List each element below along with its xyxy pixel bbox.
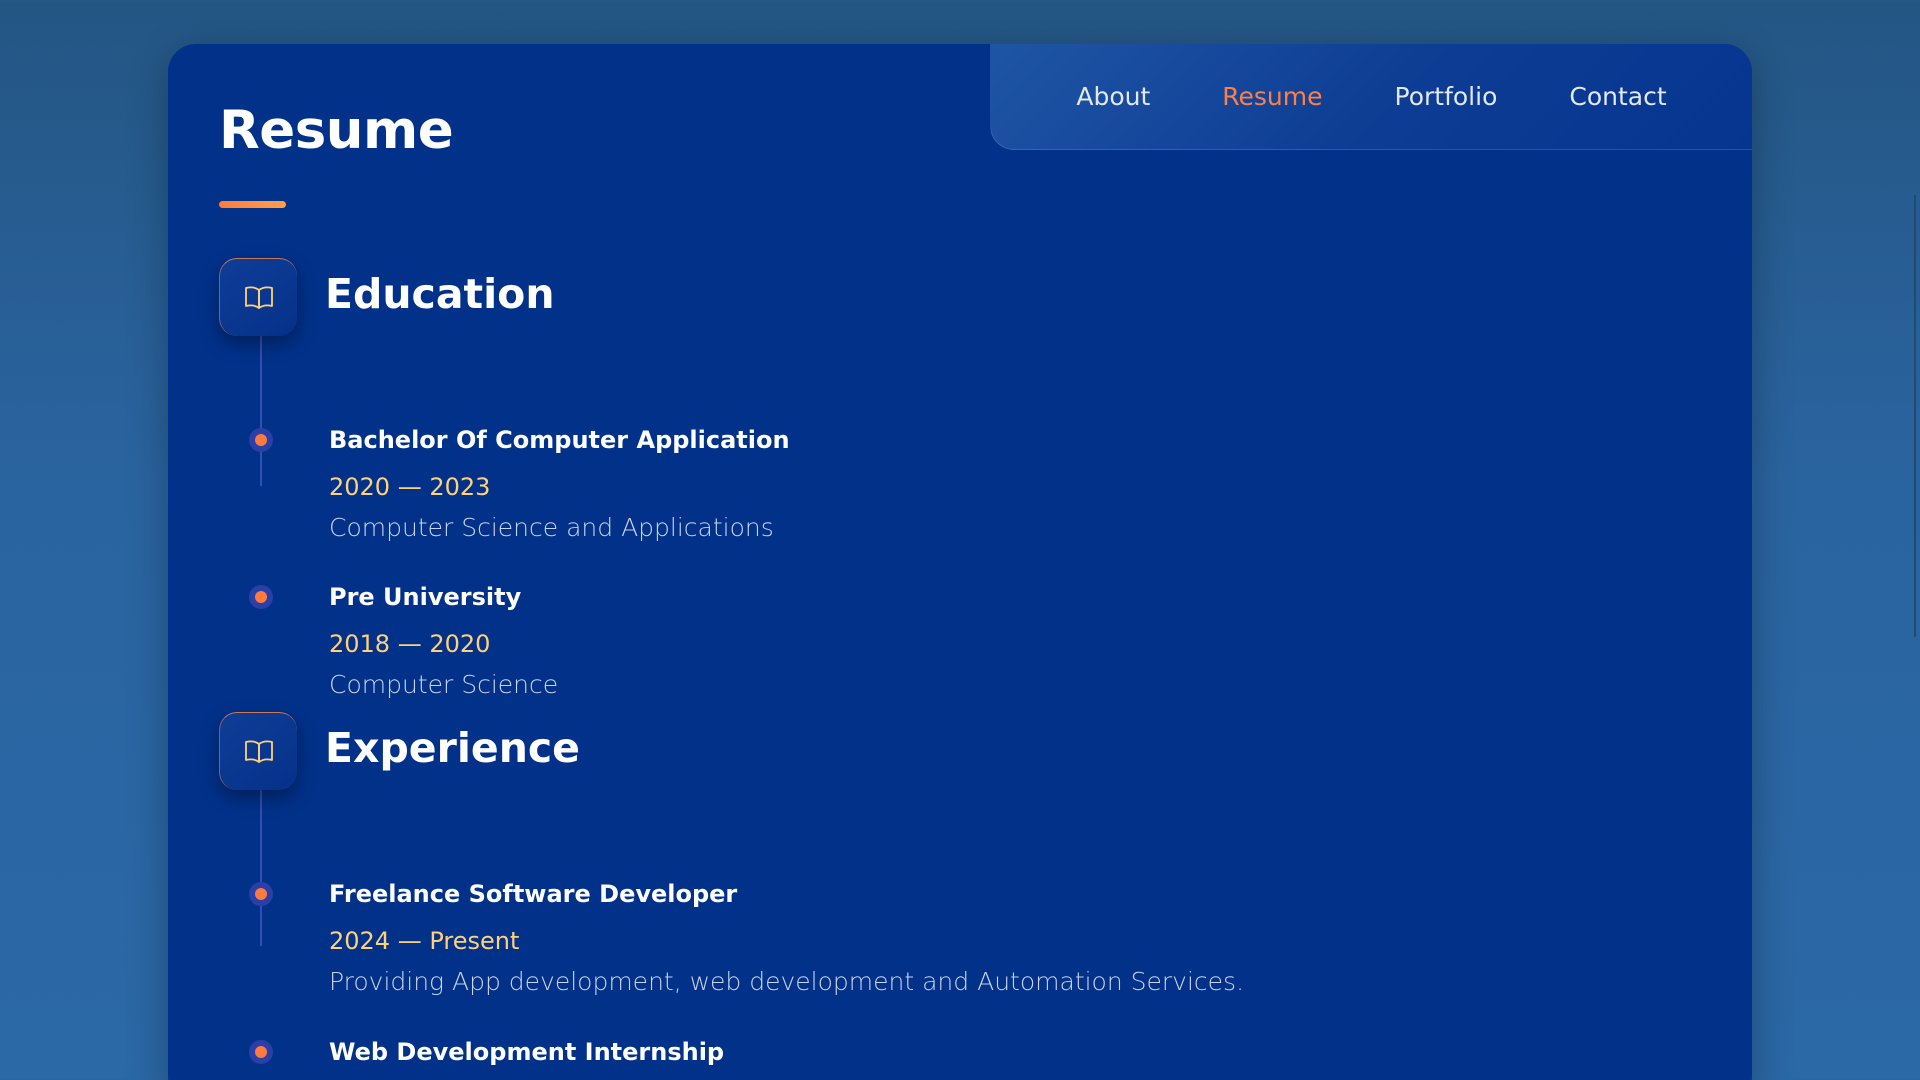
- timeline-dot: [249, 882, 273, 906]
- education-icon-box: [219, 258, 297, 336]
- timeline-dot: [249, 428, 273, 452]
- item-description: Computer Science: [329, 670, 559, 699]
- scrollbar-thumb[interactable]: [1914, 195, 1916, 637]
- book-open-icon: [244, 740, 273, 763]
- education-header: Education: [219, 258, 1419, 338]
- timeline-dot: [249, 585, 273, 609]
- experience-title: Experience: [325, 724, 580, 772]
- title-underline: [219, 201, 286, 208]
- education-section: Education Bachelor Of Computer Applicati…: [219, 258, 1419, 699]
- item-date: 2024 — Present: [329, 927, 520, 955]
- timeline-line: [260, 336, 262, 486]
- item-description: Providing App development, web developme…: [329, 967, 1245, 996]
- item-date: 2020 — 2023: [329, 473, 491, 501]
- item-title: Freelance Software Developer: [329, 880, 738, 908]
- item-title: Web Development Internship: [329, 1038, 725, 1066]
- resume-card: About Resume Portfolio Contact Resume Ed…: [168, 44, 1752, 1080]
- nav-link-portfolio[interactable]: Portfolio: [1395, 82, 1498, 111]
- nav-link-about[interactable]: About: [1076, 82, 1150, 111]
- item-date: 2018 — 2020: [329, 630, 491, 658]
- experience-icon-box: [219, 712, 297, 790]
- education-title: Education: [325, 270, 555, 318]
- item-description: Computer Science and Applications: [329, 513, 774, 542]
- item-title: Pre University: [329, 583, 522, 611]
- experience-header: Experience: [219, 712, 1419, 792]
- timeline-line: [260, 790, 262, 946]
- nav-link-resume[interactable]: Resume: [1222, 82, 1322, 111]
- item-title: Bachelor Of Computer Application: [329, 426, 790, 454]
- navbar: About Resume Portfolio Contact: [990, 44, 1752, 150]
- book-open-icon: [244, 286, 273, 309]
- experience-section: Experience Freelance Software Developer …: [219, 712, 1419, 1066]
- timeline-dot: [249, 1040, 273, 1064]
- page-title: Resume: [219, 100, 454, 161]
- nav-link-contact[interactable]: Contact: [1569, 82, 1666, 111]
